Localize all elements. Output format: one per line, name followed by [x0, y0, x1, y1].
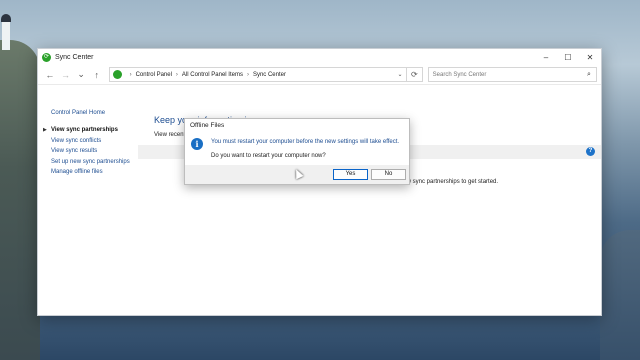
sidebar-item-view-sync-results[interactable]: View sync results	[51, 148, 151, 154]
breadcrumb-control-panel[interactable]: Control Panel	[136, 72, 172, 78]
sidebar-home-link[interactable]: Control Panel Home	[51, 110, 151, 116]
sidebar-item-view-sync-conflicts[interactable]: View sync conflicts	[51, 138, 151, 144]
maximize-button[interactable]: ☐	[557, 49, 579, 65]
close-button[interactable]: ✕	[579, 49, 601, 65]
dialog-title: Offline Files	[190, 122, 225, 129]
breadcrumb-separator-icon: ›	[129, 71, 132, 78]
minimize-button[interactable]: –	[535, 49, 557, 65]
wallpaper-lighthouse	[1, 14, 11, 50]
info-icon: i	[191, 138, 203, 150]
sidebar-item-set-up-sync-partnerships[interactable]: Set up new sync partnerships	[51, 159, 151, 165]
recent-locations-button[interactable]: ⌄	[73, 67, 89, 83]
sidebar-item-view-sync-partnerships[interactable]: View sync partnerships	[43, 127, 151, 133]
title-bar[interactable]: ⟳ Sync Center – ☐ ✕	[38, 49, 601, 65]
sidebar-item-manage-offline-files[interactable]: Manage offline files	[51, 169, 151, 175]
breadcrumb-all-items[interactable]: All Control Panel Items	[182, 72, 243, 78]
search-icon[interactable]: ⌕	[582, 71, 596, 79]
address-bar: ← → ⌄ ↑ › Control Panel › All Control Pa…	[38, 65, 601, 85]
window-title: Sync Center	[55, 53, 94, 61]
sync-center-icon: ⟳	[42, 52, 51, 62]
up-button[interactable]: ↑	[89, 67, 105, 83]
wallpaper-rocks	[600, 230, 640, 360]
chevron-down-icon[interactable]: ⌄	[394, 71, 406, 78]
dialog-message: You must restart your computer before th…	[211, 139, 400, 145]
no-button[interactable]: No	[371, 169, 406, 180]
breadcrumb[interactable]: › Control Panel › All Control Panel Item…	[108, 67, 407, 82]
breadcrumb-separator-icon: ›	[175, 71, 178, 78]
partnerships-note: new sync partnerships to get started.	[400, 179, 499, 185]
dialog-question: Do you want to restart your computer now…	[211, 153, 326, 159]
yes-button[interactable]: Yes	[333, 169, 368, 180]
breadcrumb-sync-center[interactable]: Sync Center	[253, 72, 286, 78]
breadcrumb-separator-icon: ›	[246, 71, 249, 78]
back-button[interactable]: ←	[42, 67, 58, 83]
wallpaper-cliff	[0, 40, 40, 360]
refresh-button[interactable]: ⟳	[406, 67, 423, 82]
search-input[interactable]: Search Sync Center ⌕	[427, 67, 597, 82]
help-icon[interactable]: ?	[586, 147, 595, 156]
wallpaper-shore	[40, 315, 600, 360]
forward-button[interactable]: →	[58, 67, 74, 83]
search-placeholder: Search Sync Center	[432, 71, 487, 78]
sidebar: Control Panel Home View sync partnership…	[43, 110, 151, 180]
control-panel-icon	[112, 70, 122, 79]
window-controls: – ☐ ✕	[535, 49, 601, 65]
dialog-body: i You must restart your computer before …	[185, 133, 409, 166]
